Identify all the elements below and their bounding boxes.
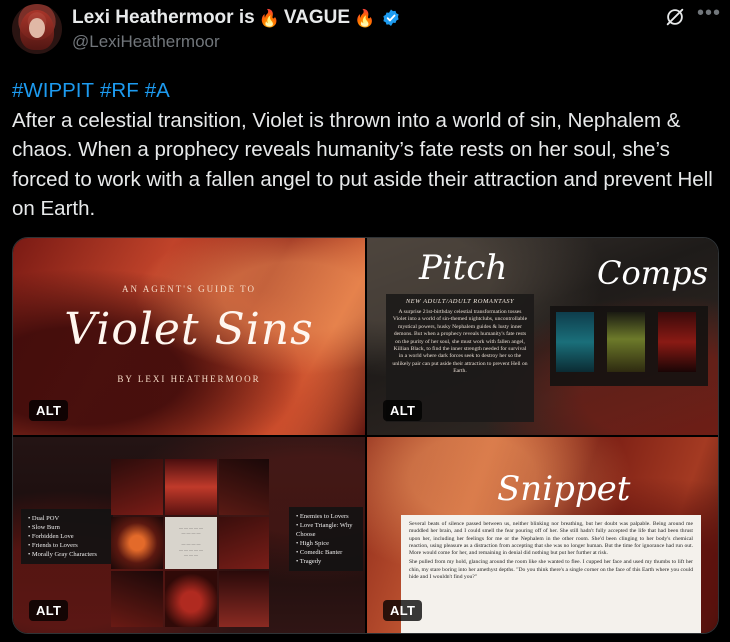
- comp-titles-panel: [550, 306, 708, 386]
- trope-item: • Enemies to Lovers: [296, 513, 349, 520]
- snippet-heading: Snippet: [497, 469, 631, 509]
- hashtag-link[interactable]: #RF: [100, 79, 139, 102]
- pitch-subtitle: NEW ADULT/ADULT ROMANTASY: [405, 298, 515, 305]
- quote-card-scribble: — — — — — — — — — — — — — — — — — — — — —: [179, 525, 203, 558]
- media-grid: AN AGENT'S GUIDE TO Violet Sins BY LEXI …: [12, 237, 719, 634]
- book-cover-image: [658, 312, 696, 372]
- more-icon[interactable]: •••: [697, 3, 721, 29]
- pitch-body: A surprise 21st-birthday celestial trans…: [392, 309, 528, 375]
- alt-badge[interactable]: ALT: [383, 600, 423, 621]
- pitch-heading: Pitch: [419, 248, 508, 288]
- moodboard-quote-card: — — — — — — — — — — — — — — — — — — — — —: [165, 517, 217, 569]
- trope-item: • Tragedy: [296, 558, 322, 565]
- moodboard-image: [165, 571, 217, 627]
- title-card-byline: BY LEXI HEATHERMOOR: [117, 374, 261, 384]
- trope-item: • Morally Gray Characters: [28, 551, 97, 558]
- fire-emoji-icon: 🔥: [258, 8, 280, 28]
- moodboard-image: [111, 459, 163, 515]
- snippet-paper: Several beats of silence passed between …: [401, 515, 701, 633]
- book-cover-image: [556, 312, 594, 372]
- trope-item: • Comedic Banter: [296, 549, 343, 556]
- alt-badge[interactable]: ALT: [29, 600, 69, 621]
- avatar-face: [29, 18, 45, 38]
- post-body: After a celestial transition, Violet is …: [12, 108, 713, 221]
- post-text: #WIPPIT #RF #A After a celestial transitio…: [12, 76, 718, 224]
- snippet-paragraph: She pulled from my hold, glancing around…: [409, 559, 693, 581]
- moodboard-image: [165, 459, 217, 515]
- comps-heading: Comps: [597, 254, 708, 292]
- display-name[interactable]: Lexi Heathermoor is: [72, 7, 255, 29]
- moodboard-image: [219, 517, 269, 569]
- author-handle[interactable]: @LexiHeathermoor: [72, 32, 220, 52]
- trope-item: • Dual POV: [28, 515, 60, 522]
- hashtag-list: #WIPPIT #RF #A: [12, 76, 718, 106]
- moodboard-image: [219, 459, 269, 515]
- title-card-kicker: AN AGENT'S GUIDE TO: [121, 284, 257, 294]
- fire-emoji-icon: 🔥: [354, 8, 376, 28]
- post: Lexi Heathermoor is 🔥 VAGUE 🔥 @LexiHeath…: [0, 0, 730, 642]
- trope-item: • High Spice: [296, 540, 329, 547]
- tropes-list-right: • Enemies to Lovers • Love Triangle: Why…: [289, 507, 363, 571]
- moodboard-image: [111, 517, 163, 569]
- media-image-snippet[interactable]: Snippet Several beats of silence passed …: [367, 437, 718, 633]
- trope-item: • Friends to Lovers: [28, 542, 78, 549]
- avatar[interactable]: [12, 4, 62, 54]
- book-cover-image: [607, 312, 645, 372]
- display-name-suffix[interactable]: VAGUE: [284, 7, 350, 29]
- author-name-row[interactable]: Lexi Heathermoor is 🔥 VAGUE 🔥: [72, 6, 401, 30]
- media-image-title-card[interactable]: AN AGENT'S GUIDE TO Violet Sins BY LEXI …: [13, 238, 365, 435]
- trope-item: • Forbidden Love: [28, 533, 74, 540]
- alt-badge[interactable]: ALT: [383, 400, 423, 421]
- media-image-pitch-comps[interactable]: Pitch Comps NEW ADULT/ADULT ROMANTASY A …: [367, 238, 718, 435]
- hashtag-link[interactable]: #WIPPIT: [12, 79, 94, 102]
- moodboard-collage: — — — — — — — — — — — — — — — — — — — — —: [111, 459, 269, 627]
- media-image-tropes-moodboard[interactable]: • Dual POV • Slow Burn • Forbidden Love …: [13, 437, 365, 633]
- alt-badge[interactable]: ALT: [29, 400, 69, 421]
- tropes-list-left: • Dual POV • Slow Burn • Forbidden Love …: [21, 509, 113, 564]
- verified-badge-icon[interactable]: [381, 8, 401, 28]
- grok-icon[interactable]: [664, 6, 686, 28]
- snippet-paragraph: Several beats of silence passed between …: [409, 521, 693, 557]
- moodboard-image: [219, 571, 269, 627]
- trope-item: • Love Triangle: Why Choose: [296, 522, 353, 538]
- moodboard-image: [111, 571, 163, 627]
- title-card-title: Violet Sins: [64, 304, 314, 355]
- trope-item: • Slow Burn: [28, 524, 60, 531]
- hashtag-link[interactable]: #A: [145, 79, 170, 102]
